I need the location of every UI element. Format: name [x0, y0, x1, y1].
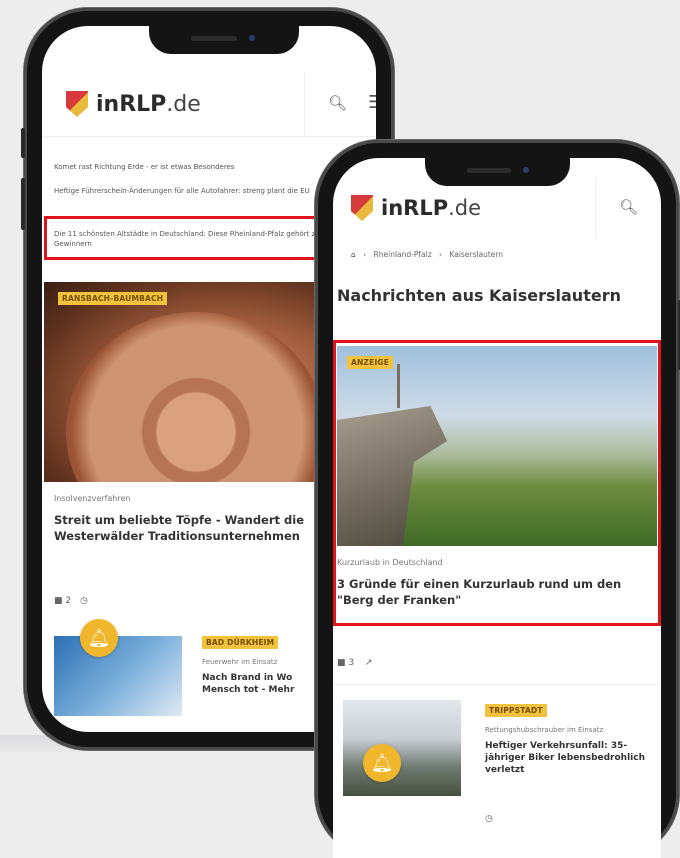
- notification-bell-icon[interactable]: 🔔︎: [363, 744, 401, 782]
- logo-tld: .de: [166, 91, 201, 117]
- location-badge: RANSBACH-BAUMBACH: [58, 292, 168, 305]
- article-category: Rettungshubschrauber im Einsatz: [485, 726, 604, 734]
- camera-icon: ■: [337, 658, 346, 668]
- breadcrumb-separator: ›: [439, 250, 443, 259]
- page-title: Nachrichten aus Kaiserslautern: [337, 286, 621, 305]
- breadcrumb-item[interactable]: Rheinland-Pfalz: [374, 250, 432, 259]
- article-thumbnail[interactable]: [54, 636, 182, 716]
- breadcrumb-item[interactable]: Kaiserslautern: [449, 250, 503, 259]
- speaker-icon: [467, 168, 511, 173]
- site-header: inRLP.de 🔍︎ ☰: [42, 72, 376, 137]
- location-badge: BAD DÜRKHEIM: [202, 636, 279, 649]
- teaser-link[interactable]: Heftige Führerschein-Änderungen für alle…: [54, 186, 336, 196]
- teaser-link[interactable]: Komet rast Richtung Erde - er ist etwas …: [54, 162, 366, 172]
- article-category: Feuerwehr im Einsatz: [202, 658, 278, 666]
- site-logo[interactable]: inRLP .de: [351, 195, 481, 221]
- logo-text: inRLP: [96, 91, 167, 117]
- article-headline[interactable]: Nach Brand in Wo Mensch tot - Mehr: [202, 672, 332, 696]
- volume-up-button: [21, 178, 25, 230]
- speaker-icon: [191, 36, 237, 41]
- search-icon[interactable]: 🔍︎: [328, 94, 347, 112]
- notification-bell-icon[interactable]: 🔔︎: [80, 619, 118, 657]
- header-divider: [304, 72, 305, 136]
- breadcrumb-separator: ›: [363, 250, 367, 259]
- header-divider: [595, 178, 596, 238]
- logo-tld: .de: [448, 196, 482, 220]
- phone-notch: [149, 26, 299, 54]
- mute-switch: [21, 128, 25, 158]
- article-category: Insolvenzverfahren: [54, 494, 131, 503]
- search-icon[interactable]: 🔍︎: [619, 198, 638, 216]
- phone-notch: [425, 158, 570, 186]
- menu-icon[interactable]: ☰: [368, 92, 376, 113]
- image-count: 3: [348, 658, 355, 668]
- breadcrumb: ⌂ › Rheinland-Pfalz › Kaiserslautern: [351, 250, 503, 259]
- clock-icon: ◷: [485, 814, 493, 824]
- article-thumbnail[interactable]: [343, 700, 461, 796]
- article-meta: ■ 2 ◷: [54, 596, 88, 606]
- logo-text: inRLP: [381, 196, 449, 220]
- pot-lid-image: [66, 312, 326, 482]
- front-screen: inRLP .de 🔍︎ ⌂ › Rheinland-Pfalz › Kaiser…: [333, 158, 661, 858]
- location-badge: TRIPPSTADT: [485, 704, 547, 717]
- camera-icon: ■: [54, 596, 63, 606]
- rlp-shield-icon: [351, 195, 373, 221]
- front-phone: inRLP .de 🔍︎ ⌂ › Rheinland-Pfalz › Kaiser…: [315, 140, 680, 858]
- article-meta: ■ 3 ↗: [337, 658, 373, 668]
- site-logo[interactable]: inRLP .de: [66, 91, 201, 117]
- image-count: 2: [65, 596, 72, 606]
- home-icon[interactable]: ⌂: [351, 250, 356, 259]
- divider: [333, 684, 661, 685]
- site-header: inRLP .de 🔍︎: [333, 178, 661, 238]
- rlp-shield-icon: [66, 91, 88, 117]
- share-icon[interactable]: ↗: [365, 658, 373, 668]
- article-headline[interactable]: Heftiger Verkehrsunfall: 35-jähriger Bik…: [485, 740, 655, 776]
- camera-lens-icon: [523, 167, 529, 173]
- highlight-box: [333, 340, 661, 626]
- clock-icon: ◷: [80, 596, 88, 606]
- camera-lens-icon: [249, 35, 255, 41]
